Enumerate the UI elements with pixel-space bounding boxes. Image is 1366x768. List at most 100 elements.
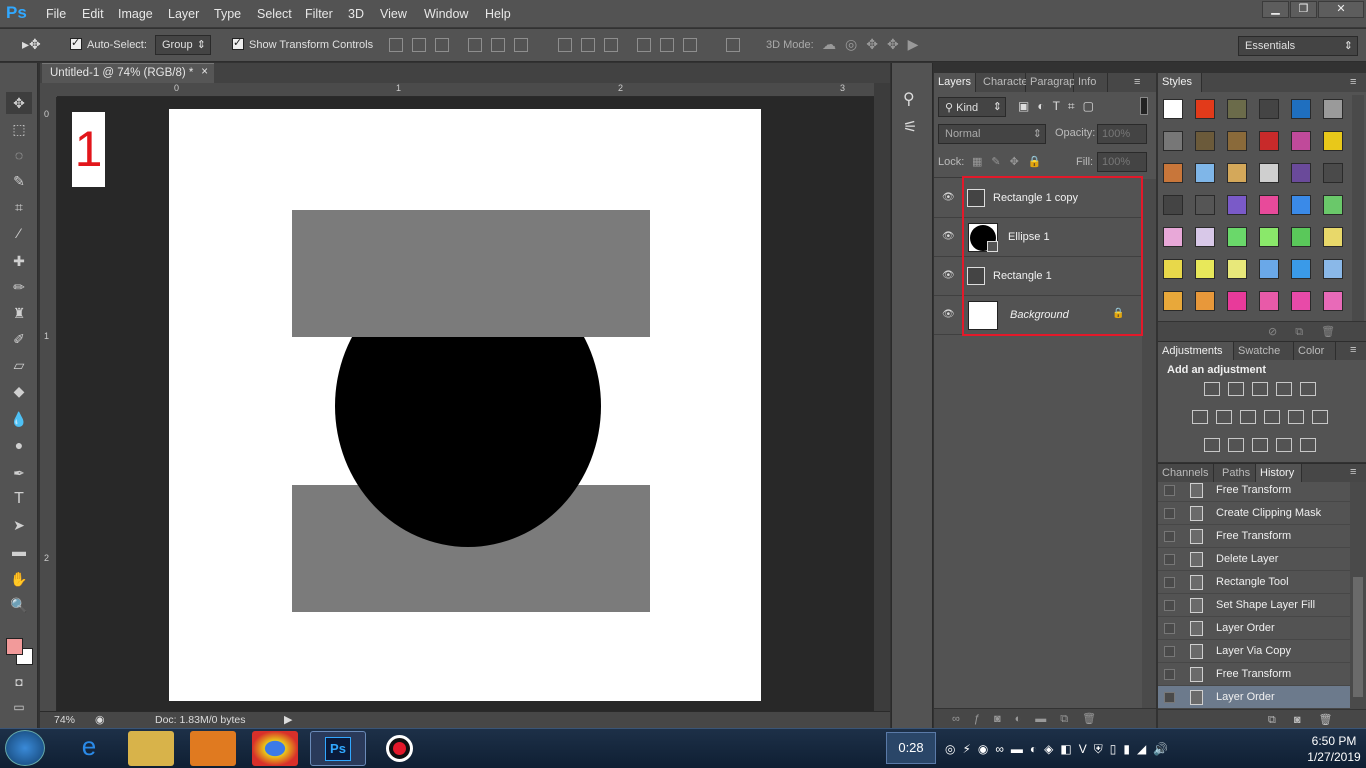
- lasso-tool-icon[interactable]: ◌: [6, 144, 32, 166]
- curves-icon[interactable]: [1252, 382, 1268, 396]
- style-swatch[interactable]: [1291, 195, 1311, 215]
- style-swatch[interactable]: [1163, 163, 1183, 183]
- style-swatch[interactable]: [1195, 163, 1215, 183]
- system-tray-icons[interactable]: ◎⚡◉∞▬◐◈◧V⛨▯▮◢🔊: [945, 742, 1175, 757]
- style-swatch[interactable]: [1163, 195, 1183, 215]
- stamp-tool-icon[interactable]: ♜: [6, 302, 32, 324]
- gradient-triangle-icon[interactable]: [1300, 382, 1316, 396]
- minimize-button[interactable]: ▁: [1262, 1, 1289, 18]
- 3d-mode-icons[interactable]: ☁◎✥✥▶: [822, 36, 927, 53]
- tab-styles[interactable]: Styles: [1158, 73, 1202, 92]
- style-swatch[interactable]: [1291, 131, 1311, 151]
- tab-close-icon[interactable]: ×: [201, 66, 208, 78]
- style-swatch[interactable]: [1259, 291, 1279, 311]
- fill-field[interactable]: 100%: [1097, 152, 1147, 172]
- menu-file[interactable]: File: [46, 7, 66, 21]
- style-swatch[interactable]: [1259, 227, 1279, 247]
- style-swatch[interactable]: [1195, 227, 1215, 247]
- history-brush-panel-icon[interactable]: ⚲: [903, 89, 915, 109]
- eyedropper-tool-icon[interactable]: ⁄: [6, 222, 32, 244]
- layers-footer-icons[interactable]: ∞ƒ◙◐▬⧉🗑: [952, 712, 1110, 726]
- style-swatch[interactable]: [1259, 99, 1279, 119]
- quick-mask-icon[interactable]: ◘: [6, 671, 32, 693]
- history-item[interactable]: Rectangle Tool: [1158, 571, 1350, 594]
- style-swatch[interactable]: [1291, 163, 1311, 183]
- style-swatch[interactable]: [1227, 131, 1247, 151]
- style-swatch[interactable]: [1227, 227, 1247, 247]
- history-item[interactable]: Set Shape Layer Fill: [1158, 594, 1350, 617]
- style-swatch[interactable]: [1227, 163, 1247, 183]
- filter-type-icons[interactable]: ▣◐T⌗▢: [1018, 99, 1102, 114]
- rectangle-1-copy-shape[interactable]: [292, 210, 650, 337]
- style-swatch[interactable]: [1195, 259, 1215, 279]
- internet-explorer-icon[interactable]: e: [62, 731, 116, 766]
- tab-color[interactable]: Color: [1294, 342, 1336, 360]
- horizontal-ruler[interactable]: 0 1 2 3: [57, 83, 874, 97]
- menu-edit[interactable]: Edit: [82, 7, 104, 21]
- properties-panel-icon[interactable]: ⚟: [903, 117, 917, 137]
- filter-toggle[interactable]: [1140, 97, 1148, 115]
- style-swatch[interactable]: [1227, 259, 1247, 279]
- vertical-ruler[interactable]: 0 1 2: [40, 97, 57, 711]
- bw-icon[interactable]: [1240, 410, 1256, 424]
- file-explorer-icon[interactable]: [128, 731, 174, 766]
- style-swatch[interactable]: [1163, 227, 1183, 247]
- style-swatch[interactable]: [1227, 195, 1247, 215]
- path-select-tool-icon[interactable]: ➤: [6, 514, 32, 536]
- align-bottom-icon[interactable]: [435, 38, 449, 52]
- history-item[interactable]: Layer Order: [1158, 617, 1350, 640]
- history-item[interactable]: Layer Via Copy: [1158, 640, 1350, 663]
- pen-tool-icon[interactable]: ✒: [6, 462, 32, 484]
- history-snapshot-checkbox[interactable]: [1164, 623, 1175, 634]
- brush-tool-icon[interactable]: ✏: [6, 276, 32, 298]
- visibility-eye-icon[interactable]: 👁: [942, 309, 956, 321]
- invert-icon[interactable]: [1204, 438, 1220, 452]
- bucket-tool-icon[interactable]: ◆: [6, 380, 32, 402]
- history-snapshot-checkbox[interactable]: [1164, 531, 1175, 542]
- workspace-dropdown[interactable]: Essentials ⇕: [1238, 36, 1358, 56]
- photoshop-taskbar-icon[interactable]: Ps: [310, 731, 366, 766]
- photo-filter-icon[interactable]: [1264, 410, 1280, 424]
- threshold-icon[interactable]: [1252, 438, 1268, 452]
- document-canvas[interactable]: [169, 109, 761, 701]
- posterize-icon[interactable]: [1228, 438, 1244, 452]
- align-right-icon[interactable]: [514, 38, 528, 52]
- style-swatch[interactable]: [1195, 195, 1215, 215]
- lock-icons[interactable]: ▦✎✥🔒: [972, 155, 1051, 168]
- style-swatch[interactable]: [1323, 131, 1343, 151]
- move-tool-icon[interactable]: ▸✥: [22, 36, 41, 53]
- panel-menu-icon[interactable]: ≡: [1350, 76, 1356, 88]
- history-scroll-thumb[interactable]: [1353, 577, 1363, 697]
- style-swatch[interactable]: [1323, 99, 1343, 119]
- zoom-tool-icon[interactable]: 🔍: [6, 594, 32, 616]
- channel-mixer-icon[interactable]: [1288, 410, 1304, 424]
- screen-mode-icon[interactable]: ▭: [6, 696, 32, 718]
- status-menu-icon[interactable]: ◉: [95, 713, 105, 726]
- recording-timer[interactable]: 0:28: [886, 732, 936, 764]
- tab-layers[interactable]: Layers: [934, 73, 976, 92]
- show-transform-checkbox[interactable]: [232, 36, 244, 51]
- auto-select-dropdown[interactable]: Group ⇕: [155, 35, 211, 55]
- balance-icon[interactable]: [1216, 410, 1232, 424]
- history-footer-icons[interactable]: ⧉◙🗑: [1268, 713, 1350, 727]
- distribute-right-icon[interactable]: [683, 38, 697, 52]
- media-player-icon[interactable]: [190, 731, 236, 766]
- styles-scrollbar[interactable]: [1352, 95, 1364, 323]
- style-swatch[interactable]: [1163, 259, 1183, 279]
- align-top-icon[interactable]: [389, 38, 403, 52]
- tab-info[interactable]: Info: [1074, 73, 1108, 92]
- style-swatch[interactable]: [1259, 195, 1279, 215]
- auto-align-icon[interactable]: [726, 38, 740, 52]
- history-brush-tool-icon[interactable]: ✐: [6, 328, 32, 350]
- style-swatch[interactable]: [1259, 163, 1279, 183]
- quick-select-tool-icon[interactable]: ✎: [6, 170, 32, 192]
- chrome-icon[interactable]: [252, 731, 298, 766]
- history-item[interactable]: Free Transform: [1158, 525, 1350, 548]
- distribute-bottom-icon[interactable]: [604, 38, 618, 52]
- style-swatch[interactable]: [1291, 227, 1311, 247]
- style-swatch[interactable]: [1323, 291, 1343, 311]
- history-snapshot-checkbox[interactable]: [1164, 692, 1175, 703]
- restore-button[interactable]: ❐: [1290, 1, 1317, 18]
- menu-layer[interactable]: Layer: [168, 7, 199, 21]
- levels-icon[interactable]: [1228, 382, 1244, 396]
